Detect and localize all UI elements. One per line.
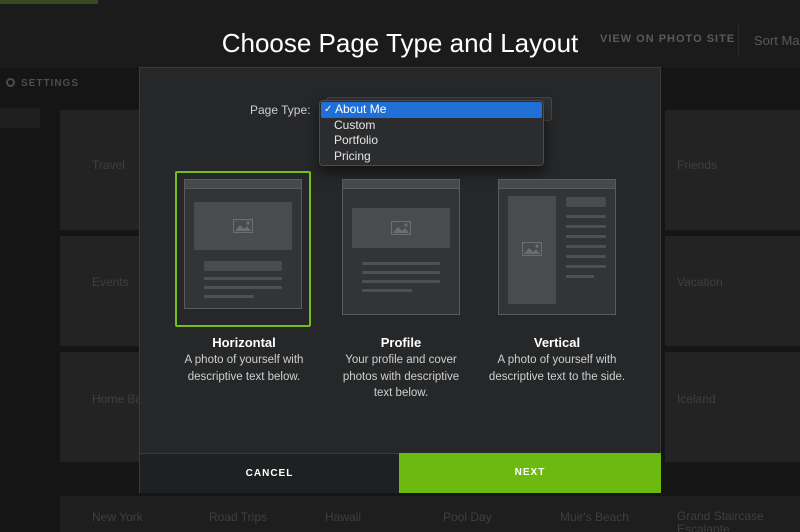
choose-page-type-dialog: Page Type: ✓ About Me Custom Portfolio P… xyxy=(139,67,661,493)
next-button[interactable]: NEXT xyxy=(399,453,661,493)
thumbnail-photo xyxy=(194,202,292,250)
thumbnail-text-line xyxy=(566,245,606,248)
page-type-dropdown-menu: ✓ About Me Custom Portfolio Pricing xyxy=(319,100,544,166)
thumbnail-text-line xyxy=(566,275,594,278)
page-type-label: Page Type: xyxy=(250,103,311,117)
thumbnail-header-bar xyxy=(185,180,301,189)
dropdown-option-label: Custom xyxy=(334,117,376,132)
thumbnail-text-line xyxy=(362,280,440,283)
thumbnail-header-bar xyxy=(499,180,615,189)
dropdown-option-label: Portfolio xyxy=(334,133,379,147)
cancel-button[interactable]: CANCEL xyxy=(140,453,399,493)
background-gallery-label: Home Ba xyxy=(92,392,143,406)
gear-icon xyxy=(6,78,15,87)
image-placeholder-icon xyxy=(522,242,542,256)
layout-title-profile: Profile xyxy=(380,335,422,350)
background-gallery-label: Vacation xyxy=(677,275,723,289)
thumbnail-side-photo xyxy=(508,196,556,304)
thumbnail-header-bar xyxy=(343,180,459,189)
dropdown-option-pricing[interactable]: Pricing xyxy=(320,149,543,165)
background-settings-label: SETTINGS xyxy=(21,78,80,89)
background-settings-link: SETTINGS xyxy=(6,78,79,89)
thumbnail-text-line xyxy=(204,295,254,298)
background-gallery-label: Pool Day xyxy=(443,510,492,524)
background-tile xyxy=(665,352,800,462)
background-gallery-label: New York xyxy=(92,510,143,524)
image-placeholder-icon xyxy=(233,219,253,233)
dropdown-option-label: Pricing xyxy=(334,148,371,163)
app-screen: VIEW ON PHOTO SITE Sort Ma SETTINGS Trav… xyxy=(0,0,800,532)
dropdown-option-portfolio[interactable]: Portfolio xyxy=(320,133,543,149)
thumbnail-text-line xyxy=(566,255,606,258)
thumbnail-text-line xyxy=(204,277,282,280)
layout-description-profile: Your profile and cover photos with descr… xyxy=(342,354,460,399)
layout-card-vertical[interactable] xyxy=(498,171,634,326)
background-accent-strip xyxy=(0,0,98,4)
background-gallery-label: Friends xyxy=(677,158,718,172)
background-tile xyxy=(0,108,40,128)
layout-thumbnail-vertical xyxy=(498,179,616,315)
layout-title-vertical: Vertical xyxy=(533,335,581,350)
layout-thumbnail-profile xyxy=(342,179,460,315)
thumbnail-text-line xyxy=(566,235,606,238)
thumbnail-text-line xyxy=(362,271,440,274)
layout-thumbnail-horizontal xyxy=(184,179,302,309)
thumbnail-heading-block xyxy=(204,261,282,271)
image-placeholder-icon xyxy=(391,221,411,235)
background-tile xyxy=(665,236,800,346)
thumbnail-cover-photo xyxy=(352,208,450,248)
background-tile xyxy=(60,236,140,346)
dropdown-option-about-me[interactable]: ✓ About Me xyxy=(321,102,542,118)
thumbnail-text-line xyxy=(362,289,412,292)
background-gallery-label: Grand Staircase Escalante xyxy=(677,509,764,532)
layout-card-profile[interactable] xyxy=(342,171,478,326)
thumbnail-text-line xyxy=(566,225,606,228)
thumbnail-text-line xyxy=(362,262,440,265)
background-tile xyxy=(60,352,140,462)
checkmark-icon: ✓ xyxy=(324,104,333,115)
thumbnail-text-line xyxy=(566,215,606,218)
background-gallery-label: Iceland xyxy=(677,392,716,406)
layout-description-horizontal: A photo of yourself with descriptive tex… xyxy=(184,354,304,383)
background-gallery-label: Hawaii xyxy=(325,510,362,524)
layout-card-horizontal[interactable] xyxy=(175,171,311,327)
thumbnail-text-line xyxy=(204,286,282,289)
layout-title-horizontal: Horizontal xyxy=(212,335,276,350)
background-gallery-label: Road Trips xyxy=(209,510,268,524)
background-gallery-label: Travel xyxy=(92,158,125,172)
thumbnail-heading-block xyxy=(566,197,606,207)
page-title: Choose Page Type and Layout xyxy=(221,28,579,58)
dropdown-option-custom[interactable]: Custom xyxy=(320,118,543,134)
thumbnail-text-line xyxy=(566,265,606,268)
layout-description-vertical: A photo of yourself with descriptive tex… xyxy=(488,354,626,383)
background-gallery-label: Events xyxy=(92,275,129,289)
dropdown-option-label: About Me xyxy=(335,102,387,116)
background-gallery-label: Muir's Beach xyxy=(560,510,629,524)
